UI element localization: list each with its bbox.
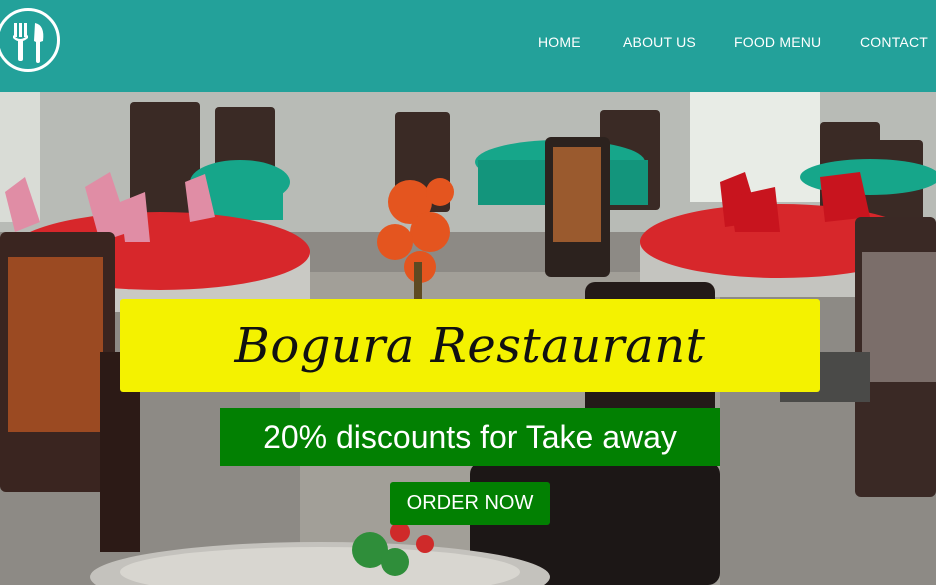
hero-title-banner: Bogura Restaurant <box>120 299 820 392</box>
main-nav: HOME ABOUT US FOOD MENU CONTACT <box>0 34 936 54</box>
nav-food-menu[interactable]: FOOD MENU <box>734 34 821 50</box>
site-header: HOME ABOUT US FOOD MENU CONTACT <box>0 0 936 92</box>
nav-home[interactable]: HOME <box>538 34 581 50</box>
page: HOME ABOUT US FOOD MENU CONTACT Bogura R… <box>0 0 936 585</box>
nav-contact[interactable]: CONTACT <box>860 34 928 50</box>
order-now-button[interactable]: ORDER NOW <box>390 482 550 525</box>
discount-text: 20% discounts for Take away <box>263 418 677 455</box>
nav-about-us[interactable]: ABOUT US <box>623 34 696 50</box>
hero-section: Bogura Restaurant 20% discounts for Take… <box>0 92 936 585</box>
hero-title: Bogura Restaurant <box>234 317 706 374</box>
discount-banner: 20% discounts for Take away <box>220 408 720 466</box>
